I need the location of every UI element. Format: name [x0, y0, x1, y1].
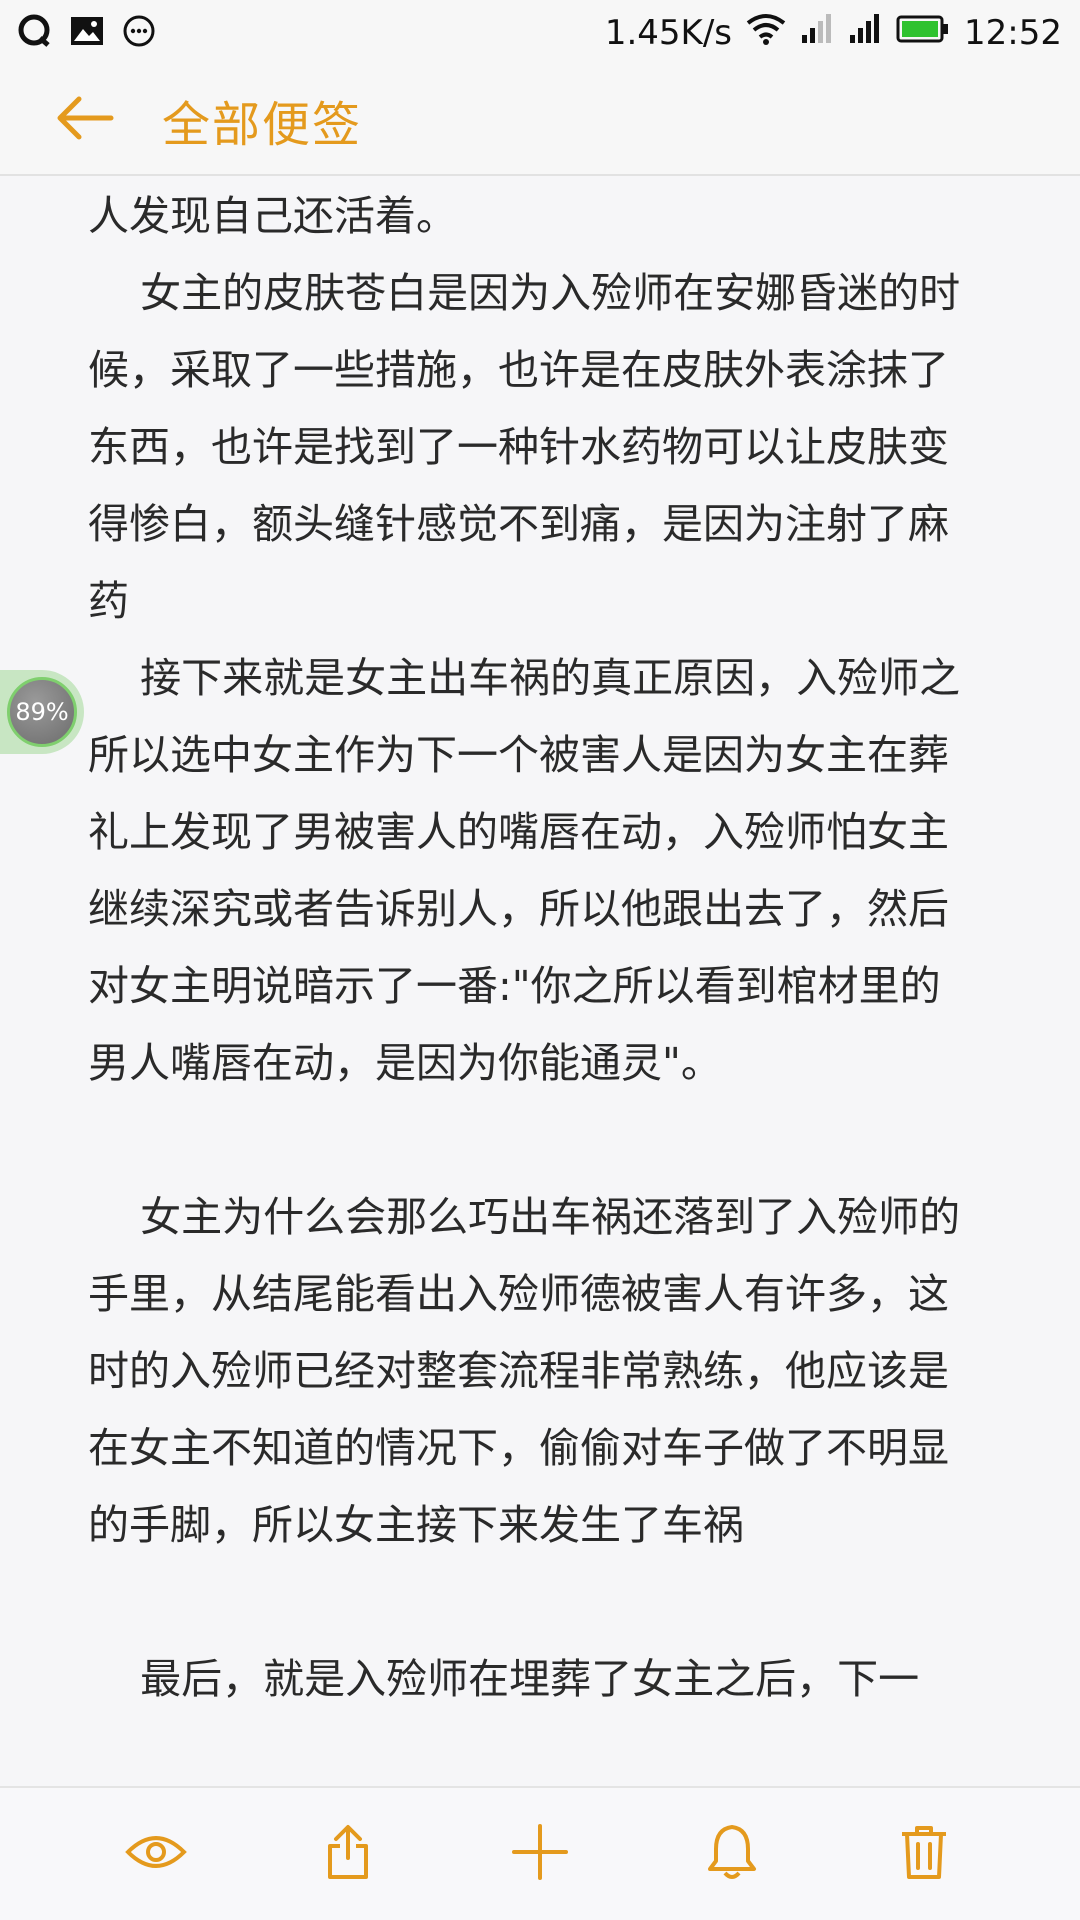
note-paragraph: 人发现自己还活着。 [88, 192, 457, 240]
reminder-button[interactable] [682, 1804, 782, 1904]
signal-icon-2 [848, 13, 882, 54]
note-paragraph: 接下来就是女主出车祸的真正原因，入殓师之所以选中女主作为下一个被害人是因为女主在… [88, 654, 961, 1087]
delete-button[interactable] [874, 1804, 974, 1904]
battery-icon [896, 13, 950, 53]
app-bar: 全部便签 [0, 66, 1080, 176]
back-arrow-icon [55, 93, 115, 147]
note-body[interactable]: 人发现自己还活着。 女主的皮肤苍白是因为入殓师在安娜昏迷的时候，采取了一些措施，… [88, 178, 978, 1718]
trash-icon [899, 1824, 949, 1884]
signal-icon [800, 13, 834, 54]
net-speed: 1.45K/s [604, 13, 733, 53]
note-paragraph: 女主的皮肤苍白是因为入殓师在安娜昏迷的时候，采取了一些措施，也许是在皮肤外表涂抹… [88, 269, 961, 625]
image-icon [70, 16, 104, 50]
add-note-button[interactable] [490, 1804, 590, 1904]
floating-ball[interactable]: 89% [0, 670, 84, 754]
wifi-icon [746, 13, 786, 54]
note-content[interactable]: 人发现自己还活着。 女主的皮肤苍白是因为入殓师在安娜昏迷的时候，采取了一些措施，… [0, 178, 1080, 1786]
note-blank-line [88, 1102, 978, 1179]
preview-button[interactable] [106, 1804, 206, 1904]
note-paragraph: 女主为什么会那么巧出车祸还落到了入殓师的手里，从结尾能看出入殓师德被害人有许多，… [88, 1193, 961, 1549]
page-title: 全部便签 [162, 97, 363, 153]
floating-ball-label: 89% [7, 677, 77, 747]
bell-icon [706, 1823, 758, 1885]
note-paragraph: 最后，就是入殓师在埋葬了女主之后，下一 [88, 1655, 920, 1703]
share-button[interactable] [298, 1804, 398, 1904]
status-left [18, 14, 156, 52]
share-icon [326, 1824, 370, 1884]
qq-icon [18, 14, 52, 52]
status-bar: 1.45K/s 12:52 [0, 0, 1080, 66]
status-right: 1.45K/s 12:52 [605, 13, 1062, 54]
back-button[interactable] [30, 65, 140, 175]
plus-icon [512, 1824, 568, 1884]
message-icon [122, 14, 156, 52]
note-blank-line [88, 1564, 978, 1641]
eye-icon [125, 1832, 187, 1876]
bottom-toolbar [0, 1786, 1080, 1920]
clock: 12:52 [964, 13, 1062, 53]
